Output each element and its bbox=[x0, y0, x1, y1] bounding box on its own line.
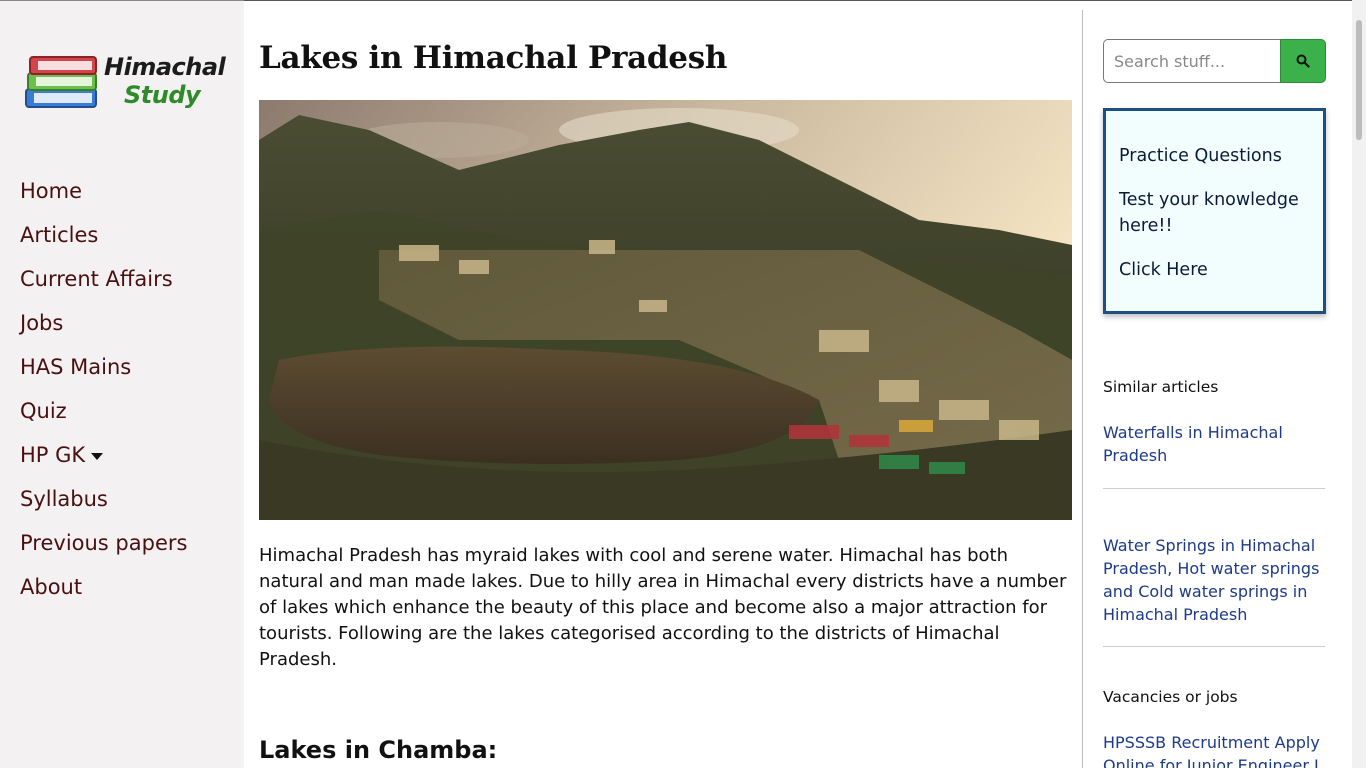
divider bbox=[1103, 488, 1325, 489]
nav-label: About bbox=[20, 575, 83, 599]
section-heading-chamba: Lakes in Chamba: bbox=[259, 736, 498, 764]
practice-title: Practice Questions bbox=[1119, 146, 1282, 166]
site-logo[interactable]: Himachal Study bbox=[24, 49, 226, 115]
page-scrollbar[interactable] bbox=[1352, 0, 1366, 768]
caret-down-icon bbox=[91, 453, 104, 460]
nav-item-has-mains[interactable]: HAS Mains bbox=[20, 351, 187, 395]
nav-item-articles[interactable]: Articles bbox=[20, 219, 187, 263]
nav-label: Syllabus bbox=[20, 487, 108, 511]
nav-label: HAS Mains bbox=[20, 355, 132, 379]
page-title: Lakes in Himachal Pradesh bbox=[259, 40, 728, 76]
intro-paragraph: Himachal Pradesh has myraid lakes with c… bbox=[259, 545, 1067, 670]
nav-item-hp-gk[interactable]: HP GK bbox=[20, 439, 187, 483]
search-input[interactable] bbox=[1103, 39, 1281, 83]
nav-label: HP GK bbox=[20, 443, 86, 467]
nav-item-about[interactable]: About bbox=[20, 571, 187, 615]
logo-text-himachal: Himachal bbox=[104, 53, 226, 81]
sidebar: Himachal Study Home Articles Current Aff… bbox=[0, 0, 244, 768]
nav-label: Current Affairs bbox=[20, 267, 173, 291]
vacancies-heading: Vacancies or jobs bbox=[1103, 688, 1238, 706]
nav-item-jobs[interactable]: Jobs bbox=[20, 307, 187, 351]
scrollbar-thumb[interactable] bbox=[1356, 20, 1362, 140]
search-icon bbox=[1296, 54, 1310, 68]
practice-questions-box: Practice Questions Test your knowledge h… bbox=[1103, 108, 1326, 314]
nav-label: Quiz bbox=[20, 399, 67, 423]
nav-label: Home bbox=[20, 179, 83, 203]
main-nav: Home Articles Current Affairs Jobs HAS M… bbox=[20, 175, 187, 615]
books-icon bbox=[25, 56, 97, 108]
logo-text-study: Study bbox=[124, 81, 201, 109]
similar-link-water-springs[interactable]: Water Springs in Himachal Pradesh, Hot w… bbox=[1103, 534, 1325, 626]
nav-item-syllabus[interactable]: Syllabus bbox=[20, 483, 187, 527]
search-button[interactable] bbox=[1280, 39, 1326, 83]
nav-label: Articles bbox=[20, 223, 99, 247]
nav-label: Jobs bbox=[20, 311, 64, 335]
similar-link-waterfalls[interactable]: Waterfalls in Himachal Pradesh bbox=[1103, 421, 1325, 467]
divider bbox=[1103, 646, 1325, 647]
search-form bbox=[1103, 39, 1326, 83]
vacancy-link-hpsssb[interactable]: HPSSSB Recruitment Apply Online for Juni… bbox=[1103, 731, 1325, 768]
nav-item-previous-papers[interactable]: Previous papers bbox=[20, 527, 187, 571]
hero-image-lake bbox=[259, 100, 1072, 520]
nav-item-quiz[interactable]: Quiz bbox=[20, 395, 187, 439]
practice-text: Test your knowledge here!! bbox=[1119, 190, 1299, 236]
nav-item-home[interactable]: Home bbox=[20, 175, 187, 219]
nav-label: Previous papers bbox=[20, 531, 188, 555]
similar-articles-heading: Similar articles bbox=[1103, 378, 1219, 396]
nav-item-current-affairs[interactable]: Current Affairs bbox=[20, 263, 187, 307]
column-divider bbox=[1082, 10, 1083, 768]
practice-click-here-link[interactable]: Click Here bbox=[1119, 257, 1311, 283]
